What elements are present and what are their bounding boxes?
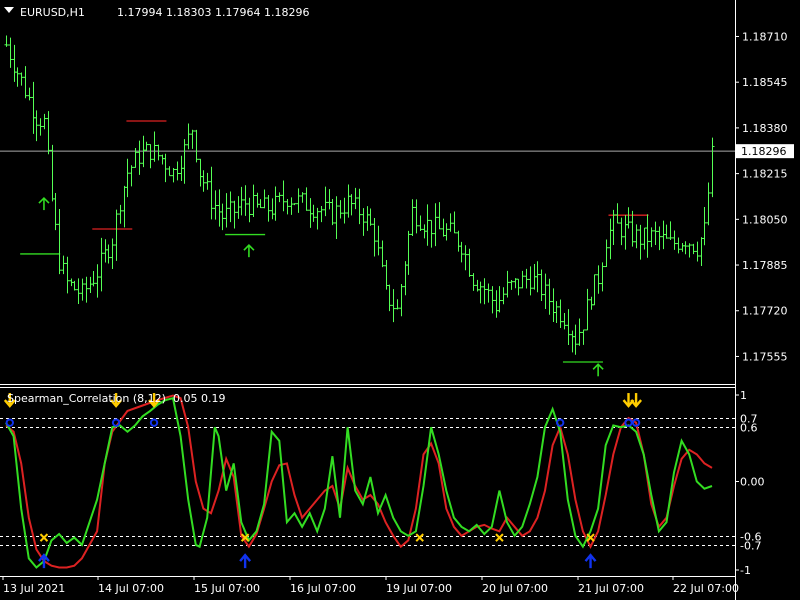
time-tick-label: 19 Jul 07:00 bbox=[386, 582, 452, 595]
trading-chart[interactable]: EURUSD,H1 1.17994 1.18303 1.17964 1.1829… bbox=[0, 0, 800, 600]
current-price-value: 1.18296 bbox=[741, 145, 787, 158]
time-tick-label: 16 Jul 07:00 bbox=[290, 582, 356, 595]
price-tick-label: 1.17720 bbox=[742, 305, 788, 318]
time-tick-label: 14 Jul 07:00 bbox=[98, 582, 164, 595]
time-tick-label: 15 Jul 07:00 bbox=[194, 582, 260, 595]
price-tick-label: 1.18050 bbox=[742, 213, 788, 226]
indicator-tick-label: -1 bbox=[740, 564, 751, 577]
time-tick-label: 20 Jul 07:00 bbox=[482, 582, 548, 595]
symbol-label: EURUSD,H1 bbox=[20, 6, 85, 19]
price-tick-label: 1.17885 bbox=[742, 259, 788, 272]
time-tick-label: 22 Jul 07:00 bbox=[673, 582, 739, 595]
price-tick-label: 1.18710 bbox=[742, 30, 788, 43]
indicator-tick-label: 1 bbox=[740, 389, 747, 402]
time-tick-label: 21 Jul 07:00 bbox=[578, 582, 644, 595]
indicator-level-label: 0.6 bbox=[740, 422, 758, 435]
indicator-name: Spearman_Correlation (8,12) bbox=[7, 392, 166, 405]
time-tick-label: 13 Jul 2021 bbox=[3, 582, 65, 595]
price-tick-label: 1.17555 bbox=[742, 350, 788, 363]
current-price-label: 1.18296 bbox=[736, 144, 794, 159]
chart-header: EURUSD,H1 1.17994 1.18303 1.17964 1.1829… bbox=[4, 6, 309, 19]
price-tick-label: 1.18545 bbox=[742, 76, 788, 89]
ohlc-values: 1.17994 1.18303 1.17964 1.18296 bbox=[117, 6, 309, 19]
price-tick-label: 1.18380 bbox=[742, 122, 788, 135]
indicator-tick-label: 0.00 bbox=[740, 476, 765, 489]
indicator-values: 0.05 0.19 bbox=[173, 392, 225, 405]
price-tick-label: 1.18215 bbox=[742, 168, 788, 181]
indicator-level-label: -0.7 bbox=[740, 540, 761, 553]
